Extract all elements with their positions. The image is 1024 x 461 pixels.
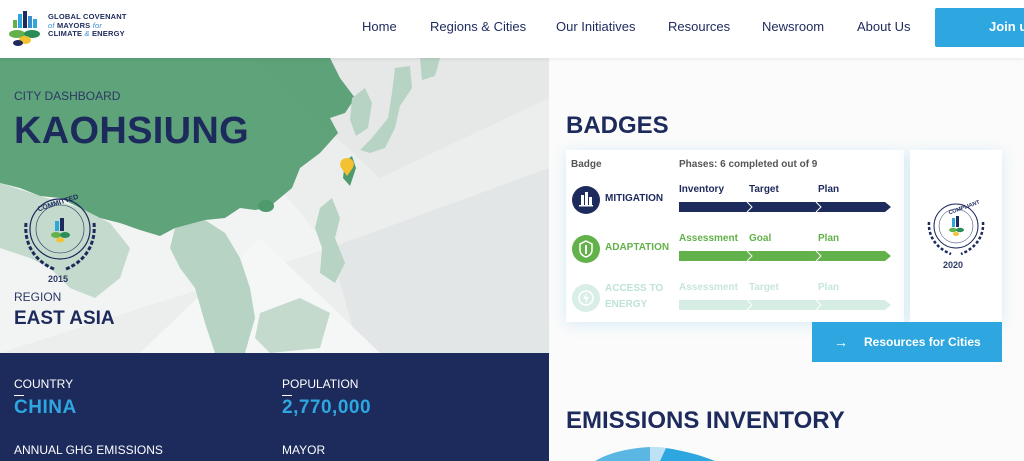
adaptation-phase-assessment: Assessment xyxy=(679,233,738,244)
mitigation-progress-bar xyxy=(679,202,891,212)
emissions-pie-chart-partial xyxy=(595,447,715,461)
resources-for-cities-label: Resources for Cities xyxy=(864,335,981,349)
nav-about-us[interactable]: About Us xyxy=(857,19,910,34)
population-dash xyxy=(282,395,292,396)
population-label: POPULATION xyxy=(282,377,359,391)
access-to-energy-label-line-2: ENERGY xyxy=(605,299,648,310)
mitigation-icon xyxy=(572,186,600,214)
country-label: COUNTRY xyxy=(14,377,74,391)
mitigation-phase-target: Target xyxy=(749,184,779,195)
region-value: EAST ASIA xyxy=(14,308,115,329)
mitigation-phase-plan: Plan xyxy=(818,184,840,195)
energy-phase-target: Target xyxy=(749,282,779,293)
nav-regions-cities[interactable]: Regions & Cities xyxy=(430,19,526,34)
access-to-energy-icon xyxy=(572,284,600,312)
gcom-logo-text: GLOBAL COVENANT of MAYORS for CLIMATE & … xyxy=(48,12,168,39)
access-to-energy-label: ACCESS TO ENERGY xyxy=(605,281,663,313)
top-navigation: GLOBAL COVENANT of MAYORS for CLIMATE & … xyxy=(0,0,1024,58)
adaptation-label: ADAPTATION xyxy=(605,242,670,253)
nav-our-initiatives[interactable]: Our Initiatives xyxy=(556,19,635,34)
arrow-right-icon: → xyxy=(834,334,848,350)
adaptation-icon xyxy=(572,235,600,263)
city-stats-panel: COUNTRY CHINA POPULATION 2,770,000 ANNUA… xyxy=(0,353,549,461)
city-name-title: KAOHSIUNG xyxy=(14,110,249,152)
energy-phase-plan: Plan xyxy=(818,282,840,293)
nav-home[interactable]: Home xyxy=(362,19,397,34)
energy-progress-bar xyxy=(679,300,891,310)
adaptation-phase-goal: Goal xyxy=(749,233,772,244)
logo-energy: ENERGY xyxy=(91,29,125,39)
committed-badge-year: 2015 xyxy=(48,274,69,284)
city-dashboard-kicker: CITY DASHBOARD xyxy=(14,89,121,103)
logo-line-3: CLIMATE & ENERGY xyxy=(48,29,168,39)
compliant-badge-year: 2020 xyxy=(943,260,964,270)
adaptation-phase-plan: Plan xyxy=(818,233,840,244)
badge-column-header: Badge xyxy=(571,159,602,170)
resources-for-cities-button[interactable]: → Resources for Cities xyxy=(812,322,1002,362)
population-value: 2,770,000 xyxy=(282,397,372,418)
join-us-button[interactable]: Join us xyxy=(935,8,1024,47)
access-to-energy-label-line-1: ACCESS TO xyxy=(605,283,664,294)
logo-climate: CLIMATE xyxy=(48,29,83,39)
logo-amp: & xyxy=(84,29,90,39)
phases-column-header: Phases: 6 completed out of 9 xyxy=(679,159,818,170)
country-value: CHINA xyxy=(14,397,77,418)
mayor-label: MAYOR xyxy=(282,443,326,457)
energy-phase-assessment: Assessment xyxy=(679,282,738,293)
gcom-logo-mark-icon xyxy=(9,11,40,46)
gcom-logo[interactable]: GLOBAL COVENANT of MAYORS for CLIMATE & … xyxy=(6,8,166,50)
mitigation-phase-inventory: Inventory xyxy=(679,184,725,195)
nav-newsroom[interactable]: Newsroom xyxy=(762,19,824,34)
mitigation-label: MITIGATION xyxy=(605,193,664,204)
region-label: REGION xyxy=(14,290,62,304)
nav-resources[interactable]: Resources xyxy=(668,19,730,34)
country-dash xyxy=(14,395,24,396)
city-hero-map: CITY DASHBOARD KAOHSIUNG COMMITTED 2015 … xyxy=(0,58,549,353)
adaptation-progress-bar xyxy=(679,251,891,261)
badges-title: BADGES xyxy=(566,112,669,139)
ghg-emissions-label: ANNUAL GHG EMISSIONS xyxy=(14,443,163,457)
emissions-inventory-title: EMISSIONS INVENTORY xyxy=(566,407,845,434)
